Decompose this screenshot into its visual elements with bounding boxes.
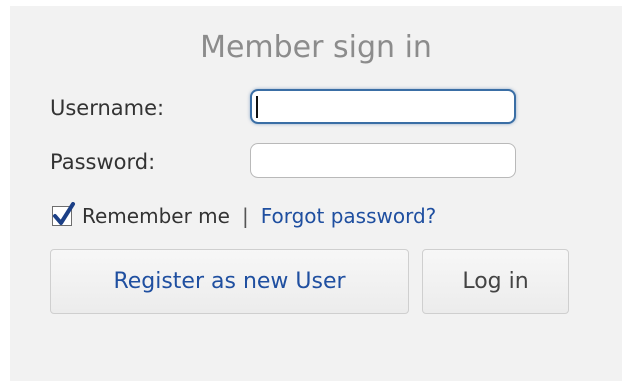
username-input[interactable] xyxy=(250,89,516,124)
register-button[interactable]: Register as new User xyxy=(50,249,409,314)
forgot-password-link[interactable]: Forgot password? xyxy=(261,204,437,228)
remember-me-checkbox[interactable] xyxy=(52,202,75,226)
remember-row: Remember me | Forgot password? xyxy=(52,202,437,229)
form-title: Member sign in xyxy=(200,30,432,65)
login-button[interactable]: Log in xyxy=(422,249,569,314)
sign-in-panel: Member sign in Username: Password: Remem… xyxy=(10,6,622,381)
password-label: Password: xyxy=(50,150,156,174)
password-input[interactable] xyxy=(250,143,516,178)
checkmark-icon xyxy=(53,202,75,225)
text-cursor xyxy=(256,96,258,118)
username-label: Username: xyxy=(50,96,165,120)
separator: | xyxy=(241,204,249,228)
remember-me-label[interactable]: Remember me xyxy=(82,204,230,228)
